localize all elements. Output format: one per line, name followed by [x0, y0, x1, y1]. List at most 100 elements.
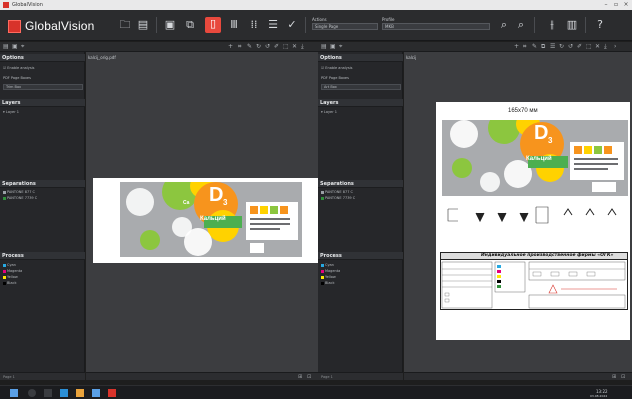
close-file-icon[interactable]: ✕	[292, 43, 297, 50]
layers-header: Layers	[0, 99, 85, 107]
layers-icon[interactable]: ☰	[550, 43, 555, 50]
product-label-artwork: D 3 Кальций Ca	[120, 182, 302, 257]
actions-select[interactable]: Single Page	[312, 23, 378, 30]
left-pane-toolbar: ▤ ▣ ⌖ + ⌗ ✎ ↻ ↺ ✐ ⬚ ✕ ⤓	[0, 42, 318, 52]
right-canvas[interactable]: kalcij 165x70 мм D 3 Кальций Индивидуаль…	[404, 52, 632, 380]
help-icon[interactable]: ?	[593, 18, 607, 32]
separation-item[interactable]: PANTONE 7739 C	[3, 196, 37, 200]
page-indicator[interactable]: Page 1	[318, 372, 403, 380]
process-item[interactable]: Black	[3, 281, 16, 285]
close-button[interactable]: ×	[621, 0, 631, 10]
download-icon[interactable]: ⤓	[604, 43, 607, 51]
process-item[interactable]: Magenta	[321, 269, 340, 273]
download-icon[interactable]: ⤓	[301, 43, 304, 51]
pen-icon[interactable]: ✐	[577, 43, 582, 50]
page-icon[interactable]: ▣	[330, 43, 336, 50]
product-sub: 3	[223, 198, 228, 207]
separation-item[interactable]: PANTONE 877 C	[321, 190, 353, 194]
right-sidebar: Options ☑ Enable analysis PDF Page Boxes…	[318, 52, 403, 380]
crop-icon[interactable]: ⌗	[523, 43, 526, 51]
maximize-button[interactable]: ▫	[611, 0, 621, 10]
app-icon	[3, 2, 9, 8]
profile-select[interactable]: MKB	[382, 23, 490, 30]
multi-page-icon[interactable]: ⧉	[183, 18, 197, 32]
search-icon[interactable]	[28, 389, 36, 397]
separation-item[interactable]: PANTONE 877 C	[3, 190, 35, 194]
folder-icon[interactable]	[76, 389, 84, 397]
zoom-icon[interactable]: ⌕	[497, 18, 511, 32]
separation-label: PANTONE 7739 C	[7, 196, 38, 200]
list-icon[interactable]: ☰	[266, 18, 280, 32]
left-canvas[interactable]: kalcij_orig.pdf D 3 Кальций Ca ⊞ ⊡	[86, 52, 321, 380]
process-label: Magenta	[325, 269, 341, 273]
os-taskbar: 13:22 03.08.2024	[0, 385, 632, 399]
explorer-icon[interactable]	[60, 389, 68, 397]
edit-icon[interactable]: ✎	[247, 43, 252, 50]
logo-text: GlobalVision	[25, 19, 95, 33]
process-item[interactable]: Black	[321, 281, 334, 285]
task-view-icon[interactable]	[44, 389, 52, 397]
close-file-icon[interactable]: ✕	[595, 43, 600, 50]
compare-icon[interactable]: ⧉	[541, 43, 545, 51]
toolbar-divider	[534, 17, 535, 33]
settings-sliders-icon[interactable]: ⫲	[545, 18, 559, 32]
zoom-compare-icon[interactable]: ⌕	[514, 18, 528, 32]
panel-toggle-icon[interactable]: ▤	[321, 43, 327, 50]
more-icon[interactable]: ›	[614, 43, 616, 50]
edit-icon[interactable]: ✎	[532, 43, 537, 50]
globalvision-taskbar-icon[interactable]	[108, 389, 116, 397]
enable-analysis-checkbox[interactable]: ☑ Enable analysis	[3, 66, 34, 70]
pin-icon[interactable]: ⌖	[339, 43, 342, 51]
right-pane-toolbar: ▤ ▣ ⌖ + ⌗ ✎ ⧉ ☰ ↻ ↺ ✐ ⬚ ✕ ⤓ ›	[318, 42, 632, 52]
crop-icon[interactable]: ⌗	[238, 43, 241, 51]
single-page-icon[interactable]: ▣	[163, 18, 177, 32]
select-icon[interactable]: ⬚	[586, 43, 592, 50]
layer-item[interactable]: ▾ Layer 1	[3, 110, 19, 114]
zoom-fit-icon[interactable]: ⊡	[307, 374, 311, 380]
plus-icon[interactable]: +	[228, 43, 233, 50]
open-folder-icon[interactable]: 🗀	[118, 18, 132, 32]
dimension-text: 165x70 мм	[508, 108, 538, 114]
pdf-page-boxes-select[interactable]: Art Box	[321, 84, 401, 90]
minimize-button[interactable]: –	[601, 0, 611, 10]
process-item[interactable]: Yellow	[321, 275, 336, 279]
rotate-icon[interactable]: ↻	[256, 43, 261, 50]
rotate-icon[interactable]: ↻	[559, 43, 564, 50]
plus-icon[interactable]: +	[514, 43, 519, 50]
zoom-fit-icon[interactable]: ⊡	[621, 374, 625, 380]
pen-icon[interactable]: ✐	[274, 43, 279, 50]
process-item[interactable]: Magenta	[3, 269, 22, 273]
toolbar-divider	[305, 17, 306, 33]
app-icon[interactable]	[92, 389, 100, 397]
refresh-icon[interactable]: ↺	[568, 43, 573, 50]
page-icon[interactable]: ▣	[12, 43, 18, 50]
columns-icon[interactable]: Ⅲ	[227, 18, 241, 32]
fit-icon[interactable]: ⊞	[298, 374, 302, 380]
check-icon[interactable]: ✓	[285, 18, 299, 32]
product-letter: D	[209, 184, 224, 206]
left-canvas-statusbar: ⊞ ⊡	[86, 372, 318, 380]
fit-icon[interactable]: ⊞	[612, 374, 616, 380]
save-icon[interactable]: ▤	[136, 18, 150, 32]
select-icon[interactable]: ⬚	[283, 43, 289, 50]
grid-icon[interactable]: ⁞⁞	[247, 18, 261, 32]
start-icon[interactable]	[10, 389, 18, 397]
page-view-icon[interactable]: ▯	[205, 17, 221, 33]
pdf-page-boxes-select[interactable]: Trim Box	[3, 84, 83, 90]
panel-toggle-icon[interactable]: ▤	[3, 43, 9, 50]
separation-item[interactable]: PANTONE 7739 C	[321, 196, 355, 200]
page-indicator[interactable]: Page 1	[0, 372, 85, 380]
enable-analysis-checkbox[interactable]: ☑ Enable analysis	[321, 66, 352, 70]
process-item[interactable]: Yellow	[3, 275, 18, 279]
clock-date[interactable]: 03.08.2024	[590, 394, 607, 398]
pin-icon[interactable]: ⌖	[21, 43, 24, 51]
window-title: GlobalVision	[12, 2, 43, 8]
refresh-icon[interactable]: ↺	[265, 43, 270, 50]
product-name: Кальций	[526, 156, 552, 162]
process-item[interactable]: Cyan	[321, 263, 334, 267]
process-item[interactable]: Cyan	[3, 263, 16, 267]
options-header: Options	[318, 54, 403, 62]
title-bar: GlobalVision – ▫ ×	[0, 0, 632, 10]
layer-item[interactable]: ▾ Layer 1	[321, 110, 337, 114]
report-icon[interactable]: ▥	[565, 18, 579, 32]
